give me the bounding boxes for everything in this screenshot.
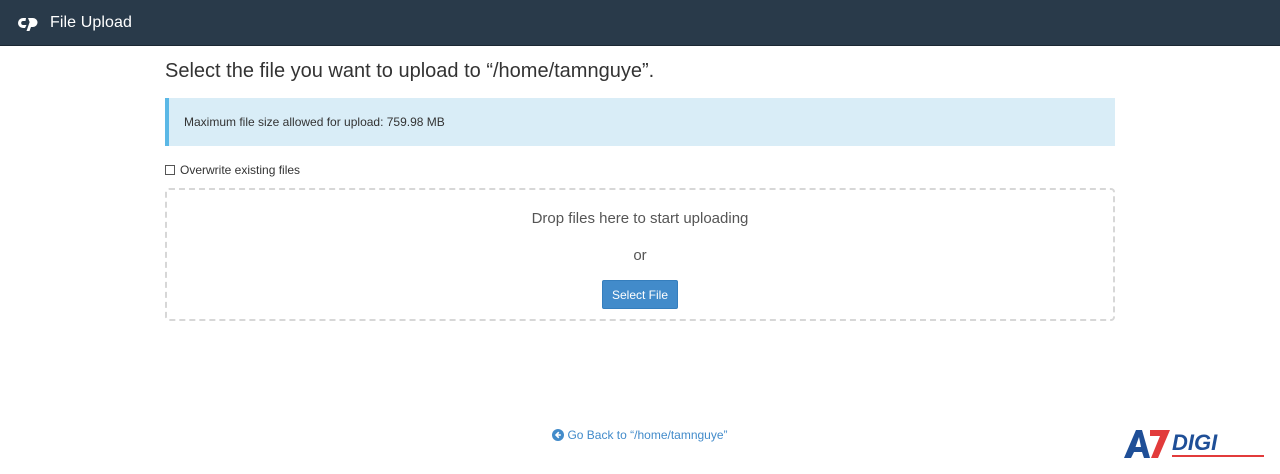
file-drop-zone[interactable]: Drop files here to start uploading or Se… xyxy=(165,188,1115,321)
overwrite-checkbox[interactable] xyxy=(165,165,175,175)
cpanel-logo-icon[interactable] xyxy=(17,14,41,32)
go-back-label[interactable]: Go Back to “/home/tamnguye” xyxy=(567,428,727,442)
select-file-button[interactable]: Select File xyxy=(602,280,678,309)
app-title: File Upload xyxy=(50,13,133,31)
page-title: Select the file you want to upload to “/… xyxy=(165,60,655,82)
drop-zone-or: or xyxy=(633,247,647,264)
drop-zone-text: Drop files here to start uploading xyxy=(531,210,749,227)
overwrite-option[interactable]: Overwrite existing files xyxy=(165,163,300,177)
svg-text:DIGI: DIGI xyxy=(1172,430,1218,455)
go-back-link[interactable]: Go Back to “/home/tamnguye” xyxy=(0,428,1280,442)
overwrite-label[interactable]: Overwrite existing files xyxy=(180,163,300,177)
top-bar: File Upload xyxy=(0,0,1280,46)
max-file-size-info: Maximum file size allowed for upload: 75… xyxy=(165,98,1115,146)
a7digi-watermark: DIGI xyxy=(1124,430,1264,458)
arrow-circle-left-icon[interactable] xyxy=(552,429,565,441)
max-file-size-text: Maximum file size allowed for upload: 75… xyxy=(184,115,445,129)
